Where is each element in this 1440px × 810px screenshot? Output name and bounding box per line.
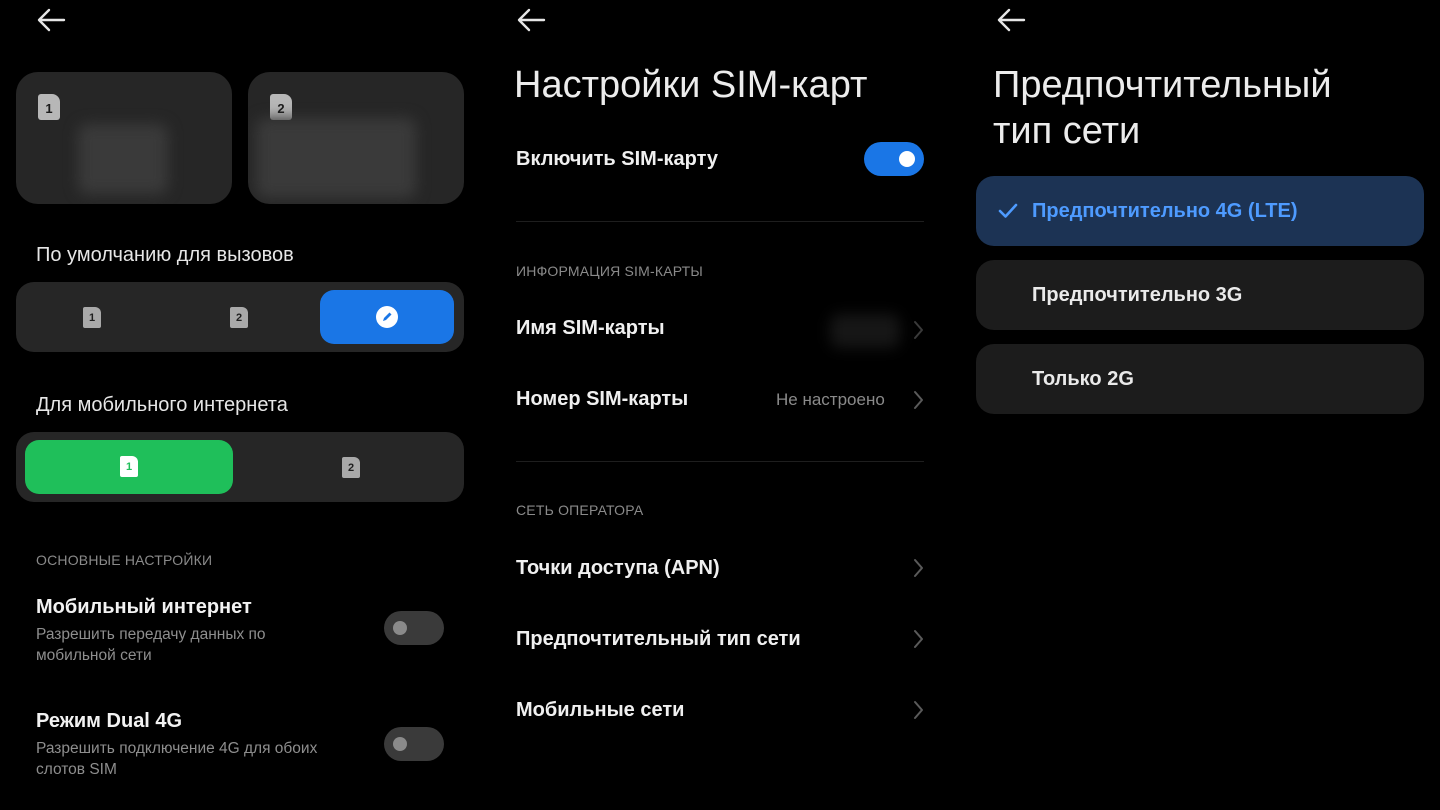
mobile-networks-label: Мобильные сети <box>516 699 685 721</box>
network-option-2g[interactable]: Только 2G <box>976 344 1424 414</box>
mobile-internet-toggle[interactable] <box>384 611 444 645</box>
sim-card-2[interactable]: 2 <box>248 72 464 204</box>
sim-card-icon: 2 <box>230 307 248 328</box>
back-arrow-icon <box>997 8 1026 32</box>
sim-card-icon: 2 <box>270 94 292 120</box>
blurred-operator-info <box>78 124 168 194</box>
data-sim-2-option[interactable]: 2 <box>246 440 454 494</box>
page-title: Настройки SIM-карт <box>514 64 868 106</box>
preferred-network-panel: Предпочтительный тип сети Предпочтительн… <box>960 0 1440 810</box>
page-title: Предпочтительный тип сети <box>993 64 1332 152</box>
calls-sim-2-option[interactable]: 2 <box>172 290 308 344</box>
sim-card-icon: 1 <box>38 94 60 120</box>
network-option-3g[interactable]: Предпочтительно 3G <box>976 260 1424 330</box>
sim-name-row[interactable]: Имя SIM-карты <box>480 300 960 360</box>
mobile-internet-row[interactable]: Мобильный интернет Разрешить передачу да… <box>0 588 480 678</box>
network-option-label: Только 2G <box>1032 368 1134 390</box>
mobile-data-label: Для мобильного интернета <box>36 394 288 416</box>
sim-info-caption: ИНФОРМАЦИЯ SIM-КАРТЫ <box>516 263 704 279</box>
sim-number-row[interactable]: Номер SIM-карты Не настроено <box>480 370 960 430</box>
calls-default-label: По умолчанию для вызовов <box>36 244 294 266</box>
sim-settings-panel: Настройки SIM-карт Включить SIM-карту ИН… <box>480 0 960 810</box>
calls-sim-1-option[interactable]: 1 <box>24 290 160 344</box>
enable-sim-label: Включить SIM-карту <box>516 148 718 170</box>
apn-row[interactable]: Точки доступа (APN) <box>480 538 960 598</box>
operator-network-caption: СЕТЬ ОПЕРАТОРА <box>516 502 644 518</box>
mobile-internet-title: Мобильный интернет <box>36 596 252 618</box>
back-button[interactable] <box>514 2 554 38</box>
sim-card-icon: 1 <box>120 456 138 477</box>
back-button[interactable] <box>34 2 74 38</box>
preferred-network-label: Предпочтительный тип сети <box>516 628 801 650</box>
network-option-label: Предпочтительно 3G <box>1032 284 1243 306</box>
mobile-internet-subtitle: Разрешить передачу данных по мобильной с… <box>36 626 266 664</box>
calls-default-selector: 1 2 <box>16 282 464 352</box>
sim-card-icon: 1 <box>83 307 101 328</box>
sim-number-value: Не настроено <box>776 390 885 409</box>
enable-sim-row[interactable]: Включить SIM-карту <box>480 130 960 190</box>
enable-sim-toggle[interactable] <box>864 142 924 176</box>
dual-4g-row[interactable]: Режим Dual 4G Разрешить подключение 4G д… <box>0 704 480 794</box>
chevron-right-icon <box>914 630 923 648</box>
chevron-right-icon <box>914 391 923 409</box>
blurred-sim-name-value <box>830 314 900 348</box>
preferred-network-row[interactable]: Предпочтительный тип сети <box>480 609 960 669</box>
data-sim-1-option[interactable]: 1 <box>25 440 233 494</box>
network-option-label: Предпочтительно 4G (LTE) <box>1032 200 1298 222</box>
divider <box>516 461 924 462</box>
dual-4g-title: Режим Dual 4G <box>36 710 183 732</box>
back-button[interactable] <box>994 2 1034 38</box>
sim-number-label: Номер SIM-карты <box>516 388 689 410</box>
chevron-right-icon <box>914 701 923 719</box>
checkmark-icon <box>998 203 1018 218</box>
back-arrow-icon <box>517 8 546 32</box>
calls-always-ask-option[interactable] <box>320 290 454 344</box>
blurred-operator-info <box>256 118 416 198</box>
mobile-data-selector: 1 2 <box>16 432 464 502</box>
divider <box>516 221 924 222</box>
sim-card-icon: 2 <box>342 457 360 478</box>
dual-4g-subtitle: Разрешить подключение 4G для обоих слото… <box>36 740 318 778</box>
chevron-right-icon <box>914 559 923 577</box>
basic-settings-caption: ОСНОВНЫЕ НАСТРОЙКИ <box>36 552 213 568</box>
chevron-right-icon <box>914 321 923 339</box>
back-arrow-icon <box>37 8 66 32</box>
network-option-4g[interactable]: Предпочтительно 4G (LTE) <box>976 176 1424 246</box>
sim-name-label: Имя SIM-карты <box>516 317 665 339</box>
mobile-networks-row[interactable]: Мобильные сети <box>480 680 960 740</box>
pencil-icon <box>376 306 398 328</box>
apn-label: Точки доступа (APN) <box>516 557 720 579</box>
sim-card-1[interactable]: 1 <box>16 72 232 204</box>
sim-overview-panel: 1 2 По умолчанию для вызовов 1 2 Для моб… <box>0 0 480 810</box>
dual-4g-toggle[interactable] <box>384 727 444 761</box>
